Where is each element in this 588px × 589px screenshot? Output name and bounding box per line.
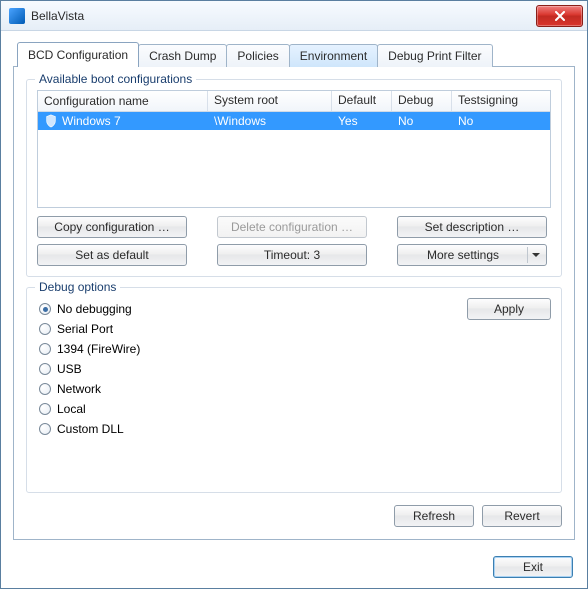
exit-button[interactable]: Exit [493, 556, 573, 578]
list-header: Configuration name System root Default D… [38, 91, 550, 112]
boot-config-legend: Available boot configurations [35, 72, 196, 86]
client-area: BCD Configuration Crash Dump Policies En… [1, 31, 587, 550]
tab-policies[interactable]: Policies [226, 44, 289, 67]
revert-button[interactable]: Revert [482, 505, 562, 527]
debug-radio-list: No debugging Serial Port 1394 (FireWire) [37, 298, 467, 440]
table-row[interactable]: Windows 7 \Windows Yes No No [38, 112, 550, 130]
col-header-default[interactable]: Default [332, 91, 392, 111]
shield-icon [44, 114, 58, 128]
radio-icon [39, 423, 51, 435]
debug-options-legend: Debug options [35, 280, 120, 294]
tab-debug-print-filter[interactable]: Debug Print Filter [377, 44, 492, 67]
radio-local[interactable]: Local [39, 402, 465, 416]
apply-button[interactable]: Apply [467, 298, 551, 320]
radio-icon [39, 343, 51, 355]
close-button[interactable] [536, 5, 583, 27]
radio-serial-port[interactable]: Serial Port [39, 322, 465, 336]
radio-label: 1394 (FireWire) [57, 342, 140, 356]
radio-icon [39, 303, 51, 315]
radio-1394[interactable]: 1394 (FireWire) [39, 342, 465, 356]
app-window: BellaVista BCD Configuration Crash Dump … [0, 0, 588, 589]
radio-icon [39, 323, 51, 335]
radio-label: USB [57, 362, 82, 376]
col-header-debug[interactable]: Debug [392, 91, 452, 111]
radio-icon [39, 363, 51, 375]
radio-usb[interactable]: USB [39, 362, 465, 376]
radio-label: Custom DLL [57, 422, 124, 436]
dialog-footer: Exit [1, 550, 587, 588]
debug-options-group: Debug options No debugging Serial Port [26, 287, 562, 493]
set-description-button[interactable]: Set description … [397, 216, 547, 238]
tab-environment[interactable]: Environment [289, 44, 378, 67]
cell-default: Yes [332, 112, 392, 130]
app-icon [9, 8, 25, 24]
timeout-button[interactable]: Timeout: 3 [217, 244, 367, 266]
radio-icon [39, 383, 51, 395]
tab-crash-dump[interactable]: Crash Dump [138, 44, 227, 67]
radio-icon [39, 403, 51, 415]
boot-config-list[interactable]: Configuration name System root Default D… [37, 90, 551, 208]
radio-network[interactable]: Network [39, 382, 465, 396]
set-as-default-button[interactable]: Set as default [37, 244, 187, 266]
radio-custom-dll[interactable]: Custom DLL [39, 422, 465, 436]
boot-config-group: Available boot configurations Configurat… [26, 79, 562, 277]
cell-testsigning: No [452, 112, 550, 130]
cell-root: \Windows [208, 112, 332, 130]
radio-no-debugging[interactable]: No debugging [39, 302, 465, 316]
col-header-testsigning[interactable]: Testsigning [452, 91, 550, 111]
radio-label: No debugging [57, 302, 132, 316]
cell-debug: No [392, 112, 452, 130]
more-settings-button[interactable]: More settings [397, 244, 547, 266]
radio-label: Local [57, 402, 86, 416]
close-icon [555, 11, 565, 21]
delete-configuration-button: Delete configuration … [217, 216, 367, 238]
tab-footer: Refresh Revert [26, 505, 562, 527]
tab-bcd-configuration[interactable]: BCD Configuration [17, 42, 139, 67]
refresh-button[interactable]: Refresh [394, 505, 474, 527]
radio-label: Network [57, 382, 101, 396]
radio-label: Serial Port [57, 322, 113, 336]
col-header-root[interactable]: System root [208, 91, 332, 111]
copy-configuration-button[interactable]: Copy configuration … [37, 216, 187, 238]
titlebar[interactable]: BellaVista [1, 1, 587, 31]
col-header-name[interactable]: Configuration name [38, 91, 208, 111]
window-title: BellaVista [31, 9, 536, 23]
tab-page-bcd: Available boot configurations Configurat… [13, 66, 575, 540]
tabstrip: BCD Configuration Crash Dump Policies En… [17, 41, 575, 66]
cell-name: Windows 7 [62, 114, 121, 128]
